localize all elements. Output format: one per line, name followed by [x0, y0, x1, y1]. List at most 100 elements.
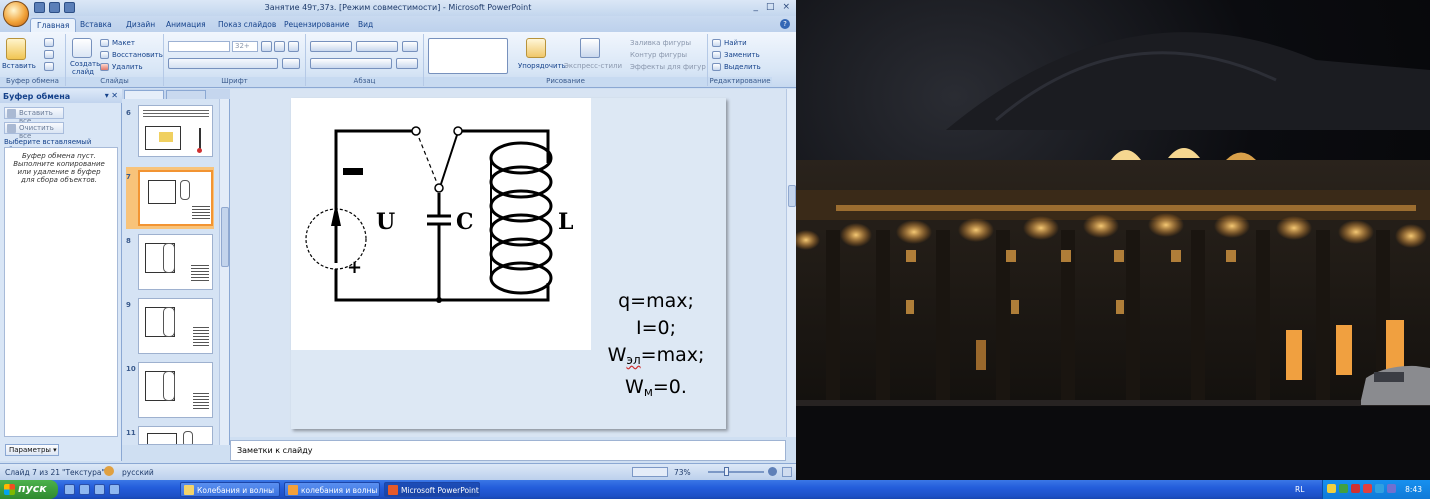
slide-thumbnail-10[interactable] [138, 362, 213, 418]
media-icon[interactable] [94, 484, 105, 495]
tab-review[interactable]: Рецензирование [284, 18, 349, 32]
format-painter-icon[interactable] [44, 62, 54, 71]
tab-slides[interactable] [124, 90, 164, 99]
delete-button[interactable]: Удалить [112, 63, 143, 71]
list-buttons[interactable] [310, 41, 352, 52]
tab-animation[interactable]: Анимация [166, 18, 206, 32]
restore-button[interactable]: Восстановить [112, 51, 163, 59]
tray-icon-3[interactable] [1351, 484, 1360, 493]
tab-design[interactable]: Дизайн [126, 18, 155, 32]
layout-button[interactable]: Макет [112, 39, 135, 47]
fit-slide-icon[interactable] [782, 467, 792, 477]
font-color-icon[interactable] [282, 58, 300, 69]
taskbar-item-document[interactable]: колебания и волны ... [284, 482, 380, 497]
tab-outline[interactable] [166, 90, 206, 99]
tray-icon-5[interactable] [1375, 484, 1384, 493]
thumbnail-circuit [148, 180, 176, 204]
view-buttons[interactable] [632, 467, 668, 477]
clear-all-button[interactable]: Очистить все [4, 122, 64, 140]
shape-effects-button[interactable]: Эффекты для фигур [630, 63, 706, 71]
tray-icon-4[interactable] [1363, 484, 1372, 493]
tab-home[interactable]: Главная [30, 18, 77, 32]
indent-buttons[interactable] [356, 41, 398, 52]
help-icon[interactable]: ? [780, 19, 790, 29]
slide-thumbnail-11[interactable] [138, 426, 213, 445]
replace-button[interactable]: Заменить [724, 51, 760, 59]
start-button[interactable]: пуск [0, 480, 58, 499]
slides-pane: 6 7 8 9 10 11 [122, 89, 230, 445]
font-size-combo[interactable]: 32+ [232, 41, 258, 52]
ie-icon[interactable] [64, 484, 75, 495]
zoom-slider-thumb[interactable] [724, 467, 729, 476]
quick-styles-icon[interactable] [580, 38, 600, 58]
shape-fill-button[interactable]: Заливка фигуры [630, 39, 691, 47]
clear-format-icon[interactable] [288, 41, 299, 52]
grow-font-icon[interactable] [261, 41, 272, 52]
w-el-subscript: эл [626, 353, 641, 367]
text-direction-icon[interactable] [396, 58, 418, 69]
line-spacing-icon[interactable] [402, 41, 418, 52]
slide-thumbnail-6[interactable] [138, 105, 213, 157]
slide-thumbnail-8[interactable] [138, 234, 213, 290]
tray-icon-1[interactable] [1327, 484, 1336, 493]
new-slide-button-line2[interactable]: слайд [72, 68, 94, 76]
clipboard-pane-title: Буфер обмена [3, 92, 71, 101]
language-indicator[interactable]: русский [122, 468, 154, 477]
zoom-level[interactable]: 73% [674, 468, 691, 477]
tray-icon-2[interactable] [1339, 484, 1348, 493]
font-format-buttons[interactable] [168, 58, 278, 69]
copy-icon[interactable] [44, 50, 54, 59]
slide-scrollbar[interactable] [786, 89, 796, 437]
slide-number: 11 [126, 429, 136, 437]
tray-icon-6[interactable] [1387, 484, 1396, 493]
formulas-textbox[interactable]: q=max; I=0; Wэл=max; Wм=0. [586, 288, 726, 406]
slide-scroll-thumb[interactable] [788, 185, 796, 207]
zoom-in-icon[interactable] [768, 467, 777, 476]
office-button[interactable] [3, 1, 29, 27]
maximize-button[interactable]: □ [766, 2, 775, 12]
close-button[interactable]: × [782, 2, 790, 12]
tab-view[interactable]: Вид [358, 18, 373, 32]
firefox-icon[interactable] [79, 484, 90, 495]
options-button[interactable]: Параметры ▾ [5, 444, 59, 456]
clipboard-pane: Буфер обмена ▾ ✕ Вставить все Очистить в… [0, 89, 122, 461]
zoom-slider[interactable] [708, 471, 764, 473]
desktop-icon[interactable] [109, 484, 120, 495]
align-buttons[interactable] [310, 58, 392, 69]
thumbnail-wire [199, 128, 201, 150]
options-label: Параметры [9, 446, 51, 454]
arrange-icon[interactable] [526, 38, 546, 58]
shape-outline-button[interactable]: Контур фигуры [630, 51, 687, 59]
slides-pane-scrollbar[interactable] [219, 99, 229, 445]
tab-slideshow[interactable]: Показ слайдов [218, 18, 276, 32]
taskbar-item-folder[interactable]: Колебания и волны [180, 482, 280, 497]
arrange-button[interactable]: Упорядочить [518, 62, 566, 70]
paste-all-button[interactable]: Вставить все [4, 107, 64, 125]
new-slide-button[interactable]: Создать [70, 60, 100, 68]
quick-styles-button[interactable]: Экспресс-стили [564, 62, 622, 70]
slides-pane-scroll-thumb[interactable] [221, 207, 229, 267]
taskbar: пуск Колебания и волны колебания и волны… [0, 480, 1430, 499]
cut-icon[interactable] [44, 38, 54, 47]
select-button[interactable]: Выделить [724, 63, 761, 71]
current-slide[interactable]: U C L + q=max; I=0; Wэл=max; Wм=0. [291, 98, 726, 429]
minimize-button[interactable]: _ [753, 2, 758, 12]
paste-icon[interactable] [6, 38, 26, 60]
notes-pane[interactable]: Заметки к слайду [230, 440, 786, 461]
taskbar-item-powerpoint[interactable]: Microsoft PowerPoint ... [384, 482, 480, 497]
start-label: пуск [18, 482, 47, 495]
new-slide-icon[interactable] [72, 38, 92, 58]
find-button[interactable]: Найти [724, 39, 747, 47]
close-icon[interactable]: ▾ ✕ [105, 91, 118, 100]
spellcheck-icon[interactable] [104, 466, 114, 476]
font-name-combo[interactable] [168, 41, 230, 52]
slide-thumbnail-7[interactable] [138, 170, 213, 226]
paste-button[interactable]: Вставить [2, 62, 36, 70]
shapes-gallery[interactable] [428, 38, 508, 74]
language-indicator[interactable]: RL [1295, 485, 1304, 494]
clear-all-icon [7, 124, 16, 133]
shrink-font-icon[interactable] [274, 41, 285, 52]
tab-insert[interactable]: Вставка [80, 18, 112, 32]
clipboard-items-list[interactable]: Буфер обмена пуст. Выполните копирование… [4, 147, 118, 437]
slide-thumbnail-9[interactable] [138, 298, 213, 354]
